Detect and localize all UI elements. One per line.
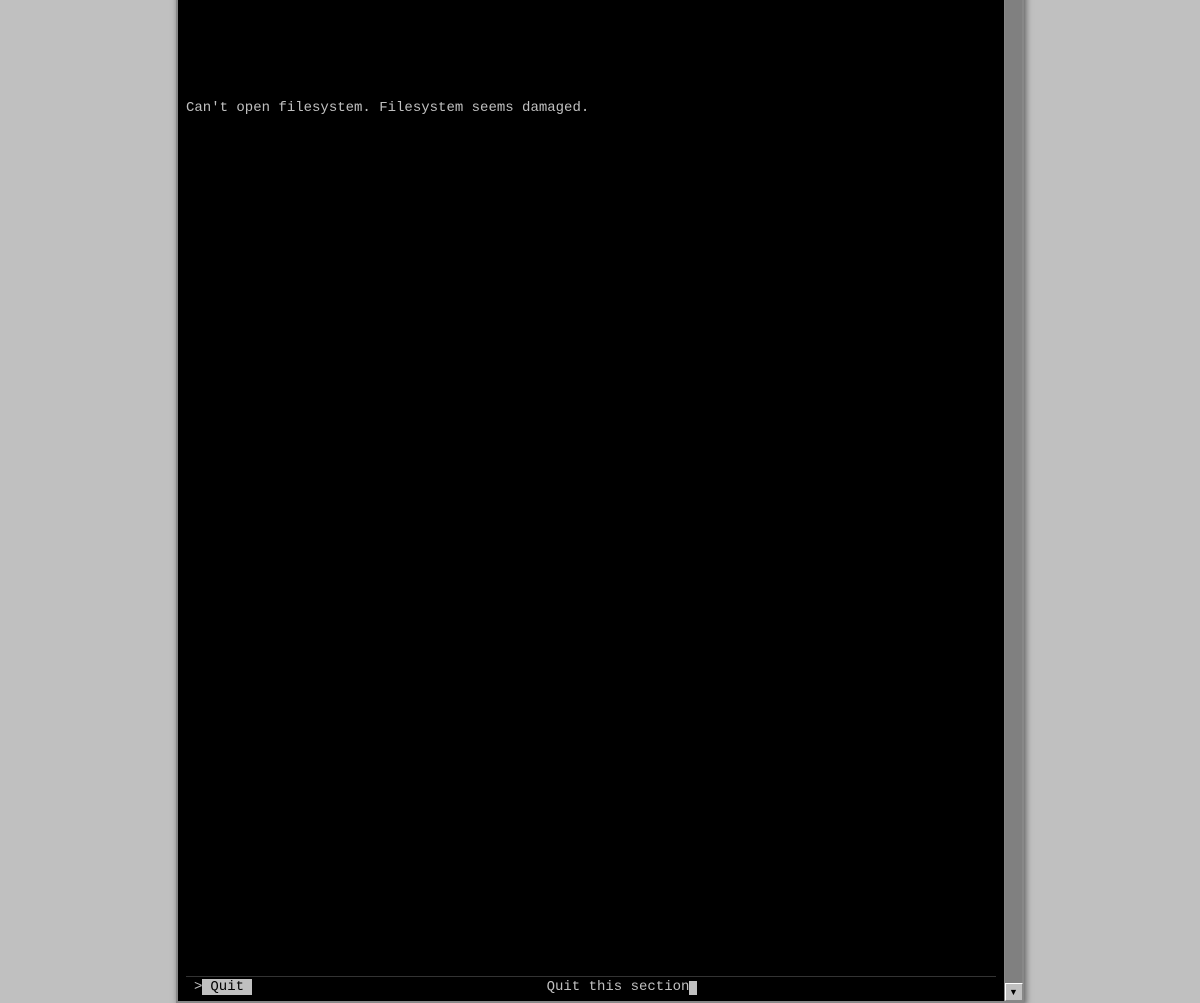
terminal-line-12 bbox=[186, 305, 996, 325]
terminal-line-23 bbox=[186, 873, 996, 893]
terminal-line-19 bbox=[186, 667, 996, 687]
terminal-line-7 bbox=[186, 47, 996, 67]
window-body: TestDisk 7.0-WIP, Data Recovery Utility,… bbox=[178, 0, 1022, 1001]
terminal-line-17 bbox=[186, 563, 996, 583]
scroll-down-icon: ▼ bbox=[1009, 987, 1018, 997]
cursor-blink bbox=[689, 981, 697, 995]
terminal-line-10 bbox=[186, 202, 996, 222]
terminal-content: TestDisk 7.0-WIP, Data Recovery Utility,… bbox=[186, 0, 996, 976]
terminal-line-16 bbox=[186, 512, 996, 532]
terminal-line-9 bbox=[186, 151, 996, 171]
bottom-bar: > Quit Quit this section bbox=[186, 976, 996, 997]
quit-button[interactable]: Quit bbox=[202, 979, 252, 995]
terminal-line-13 bbox=[186, 357, 996, 377]
terminal-area: TestDisk 7.0-WIP, Data Recovery Utility,… bbox=[178, 0, 1004, 1001]
scroll-down-button[interactable]: ▼ bbox=[1005, 983, 1023, 1001]
scrollbar: ▲ ▼ bbox=[1004, 0, 1022, 1001]
terminal-line-24 bbox=[186, 925, 996, 945]
prompt-symbol: > bbox=[194, 979, 202, 995]
terminal-line-21 bbox=[186, 770, 996, 790]
main-window: ◉ D:\JEFF\Downloads\testdisk-7.0-WIP.win… bbox=[176, 0, 1024, 1003]
terminal-line-15 bbox=[186, 460, 996, 480]
terminal-line-6 bbox=[186, 0, 996, 15]
scroll-track[interactable] bbox=[1005, 0, 1022, 983]
terminal-line-18 bbox=[186, 615, 996, 635]
bottom-hint: Quit this section bbox=[256, 979, 988, 995]
terminal-line-8: Can't open filesystem. Filesystem seems … bbox=[186, 99, 996, 119]
terminal-line-20 bbox=[186, 718, 996, 738]
terminal-line-22 bbox=[186, 821, 996, 841]
terminal-line-11 bbox=[186, 254, 996, 274]
terminal-line-14 bbox=[186, 409, 996, 429]
